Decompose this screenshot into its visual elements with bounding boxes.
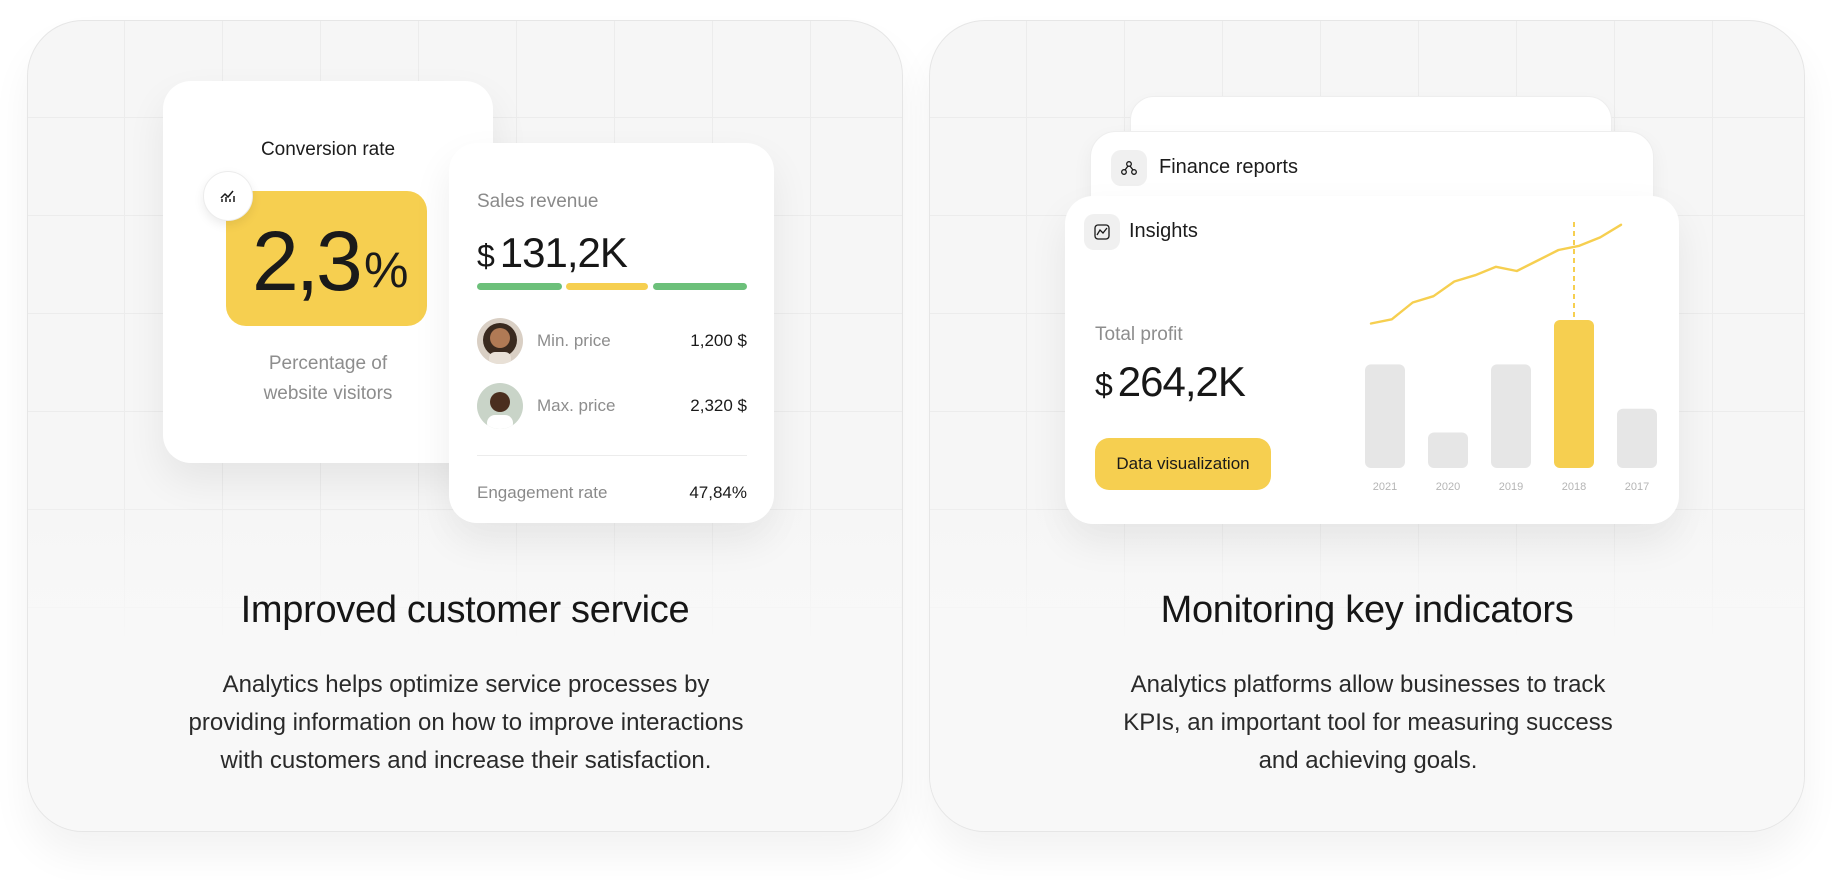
feature-description: Analytics platforms allow businesses to … xyxy=(1060,666,1676,780)
feature-heading: Improved customer service xyxy=(240,589,690,631)
panel-fade xyxy=(28,491,902,831)
engagement-rate-value: 47,84% xyxy=(689,483,747,502)
chart-bar-2021 xyxy=(1365,364,1405,468)
min-price-row: Min. price 1,200 $ xyxy=(477,318,747,364)
description-line: KPIs, an important tool for measuring su… xyxy=(1123,709,1613,736)
conversion-rate-value: 2,3 xyxy=(252,214,363,308)
data-visualization-button[interactable]: Data visualization xyxy=(1095,438,1271,490)
conversion-rate-card: Conversion rate 2,3 % Percentage of webs… xyxy=(163,81,493,463)
man-avatar xyxy=(477,383,523,429)
insights-chart-icon xyxy=(1084,214,1120,250)
total-profit-value: $264,2K xyxy=(1095,358,1246,406)
conversion-rate-title: Conversion rate xyxy=(260,139,396,160)
profit-amount: 264,2K xyxy=(1117,358,1246,405)
progress-segment xyxy=(652,283,747,290)
sales-revenue-card: Sales revenue $131,2K Min. price 1,200 $ xyxy=(449,143,774,523)
description-line: Analytics platforms allow businesses to … xyxy=(1130,671,1606,698)
subtitle-line: Percentage of xyxy=(268,353,388,374)
progress-segment xyxy=(566,283,649,290)
total-profit-label: Total profit xyxy=(1095,324,1183,345)
conversion-rate-unit: % xyxy=(364,242,409,298)
sales-progress-bar xyxy=(477,283,747,290)
conversion-rate-highlight: 2,3 % xyxy=(226,191,427,326)
subtitle-line: website visitors xyxy=(263,383,393,404)
chart-trend-icon xyxy=(203,171,253,221)
chart-bar-2020 xyxy=(1428,432,1468,468)
woman-avatar xyxy=(477,318,523,364)
currency-symbol: $ xyxy=(1095,367,1113,403)
chart-tick-label: 2019 xyxy=(1499,481,1523,493)
chart-bar-2018 xyxy=(1554,320,1594,468)
min-price-value: 1,200 $ xyxy=(690,331,747,350)
min-price-label: Min. price xyxy=(537,331,611,350)
sales-revenue-amount: $131,2K xyxy=(477,229,628,277)
feature-panel-key-indicators: Finance reports 2021 2020 2019 2018 2017 Ins… xyxy=(929,20,1805,832)
network-nodes-icon xyxy=(1111,150,1147,186)
amount-value: 131,2K xyxy=(499,229,628,276)
chart-bar-2017 xyxy=(1617,408,1657,468)
sales-revenue-label: Sales revenue xyxy=(477,191,599,212)
feature-panel-customer-service: Conversion rate 2,3 % Percentage of webs… xyxy=(27,20,903,832)
panel-fade xyxy=(930,491,1804,831)
chart-tick-label: 2017 xyxy=(1625,481,1649,493)
engagement-rate-label: Engagement rate xyxy=(477,483,608,502)
max-price-label: Max. price xyxy=(537,396,616,415)
progress-segment xyxy=(477,283,563,290)
max-price-value: 2,320 $ xyxy=(690,396,747,415)
max-price-row: Max. price 2,320 $ xyxy=(477,383,747,429)
finance-reports-title: Finance reports xyxy=(1159,156,1298,178)
description-line: with customers and increase their satisf… xyxy=(220,747,712,774)
chart-tick-label: 2018 xyxy=(1562,481,1586,493)
conversion-rate-subtitle: Percentage of website visitors xyxy=(163,349,493,409)
description-line: and achieving goals. xyxy=(1258,747,1478,774)
chart-tick-label: 2021 xyxy=(1373,481,1397,493)
chart-trend-line xyxy=(1369,223,1623,325)
insights-title: Insights xyxy=(1129,220,1198,242)
description-line: providing information on how to improve … xyxy=(188,709,744,736)
insights-card: 2021 2020 2019 2018 2017 Insights Total prof… xyxy=(1065,196,1679,524)
feature-heading: Monitoring key indicators xyxy=(1160,589,1574,631)
divider xyxy=(477,455,747,456)
description-line: Analytics helps optimize service process… xyxy=(222,671,710,698)
currency-symbol: $ xyxy=(477,238,495,274)
chart-tick-label: 2020 xyxy=(1436,481,1460,493)
chart-bar-2019 xyxy=(1491,364,1531,468)
feature-description: Analytics helps optimize service process… xyxy=(158,666,774,780)
